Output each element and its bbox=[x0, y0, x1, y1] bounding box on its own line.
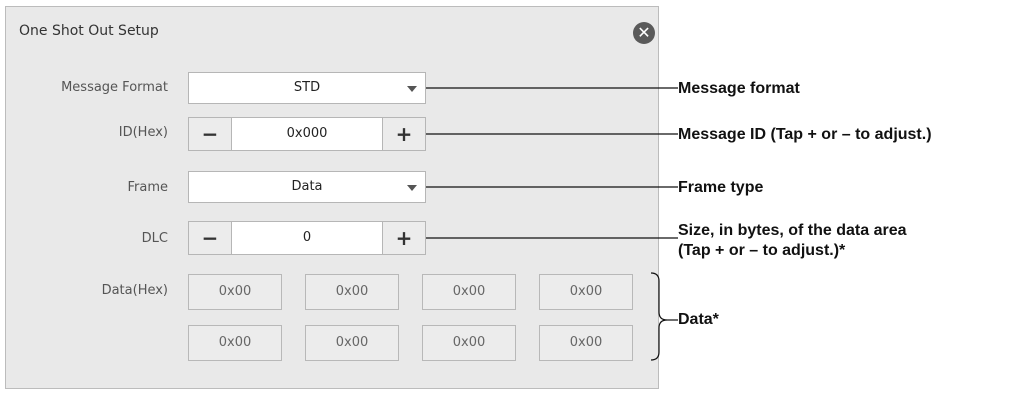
leader-lines bbox=[426, 87, 678, 361]
annotation-message-format: Message format bbox=[678, 80, 800, 97]
annotation-message-id: Message ID (Tap + or – to adjust.) bbox=[678, 126, 932, 143]
annotation-size-line2: (Tap + or – to adjust.)* bbox=[678, 242, 846, 259]
annotation-frame-type: Frame type bbox=[678, 179, 764, 196]
data-bracket bbox=[650, 272, 668, 361]
annotation-size-line1: Size, in bytes, of the data area bbox=[678, 222, 907, 239]
annotation-data: Data* bbox=[678, 311, 719, 328]
